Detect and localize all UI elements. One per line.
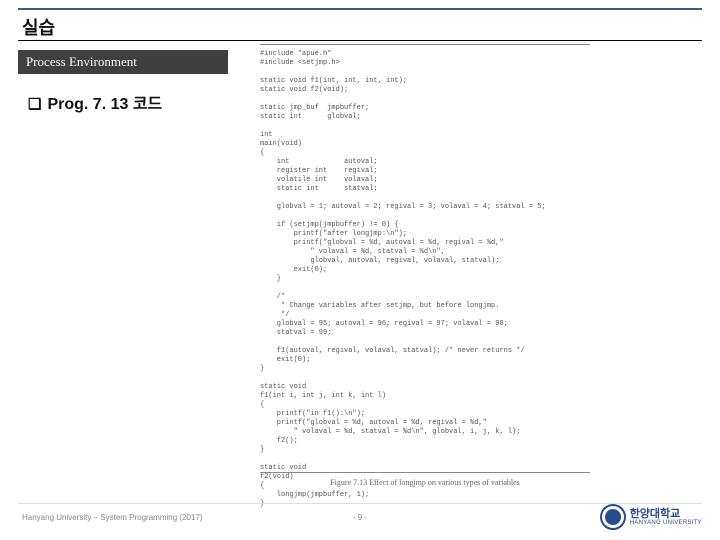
bullet-prog713: Prog. 7. 13 코드 xyxy=(28,90,162,114)
figure-caption: Figure 7.13 Effect of longjmp on various… xyxy=(260,478,590,487)
logo-text: 한양대학교 HANYANG UNIVERSITY xyxy=(630,509,702,526)
logo-emblem-icon xyxy=(600,504,626,530)
code-listing: #include "apue.h" #include <setjmp.h> st… xyxy=(260,50,600,509)
logo-english: HANYANG UNIVERSITY xyxy=(630,520,702,526)
code-top-rule xyxy=(260,44,590,45)
top-rule xyxy=(18,8,702,10)
slide-title: 실습 xyxy=(22,14,55,40)
title-underline xyxy=(18,40,702,41)
logo-korean: 한양대학교 xyxy=(630,509,702,520)
code-bottom-rule xyxy=(260,472,590,473)
university-logo: 한양대학교 HANYANG UNIVERSITY xyxy=(600,504,702,530)
subtitle-box: Process Environment xyxy=(18,50,228,74)
